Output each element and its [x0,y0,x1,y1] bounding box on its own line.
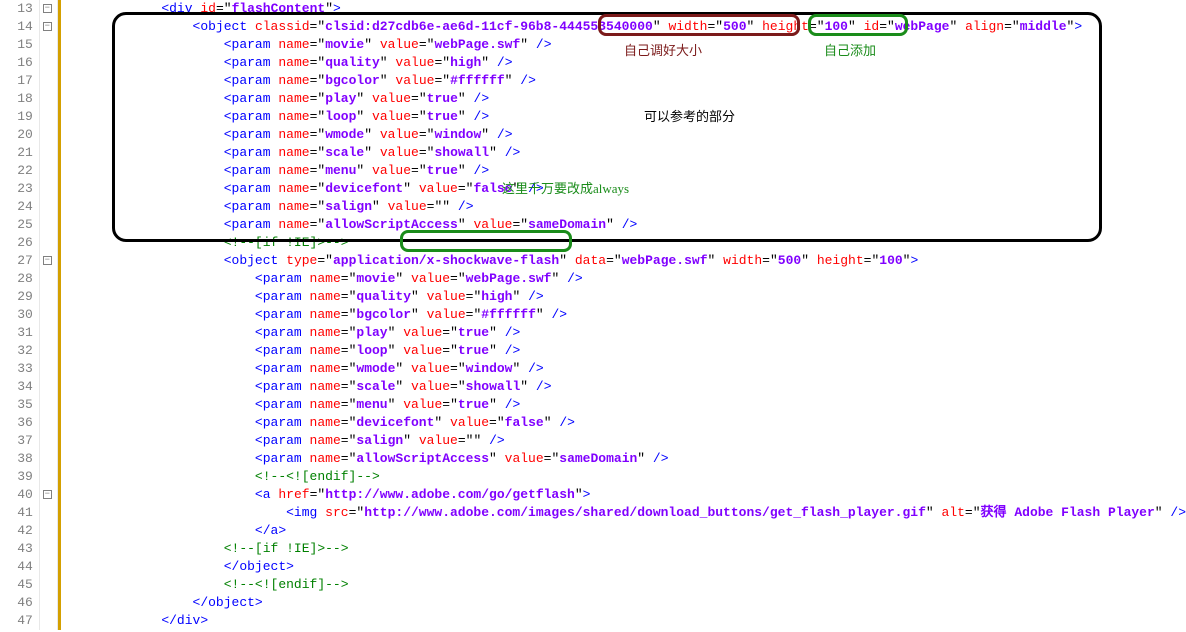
code-line[interactable]: <param name="scale" value="showall" /> [66,378,1186,396]
fold-gutter[interactable]: − − − − [40,0,58,630]
line-number: 44 [0,558,33,576]
code-line[interactable]: <param name="loop" value="true" /> [66,108,1186,126]
code-line[interactable]: <!--[if !IE]>--> [66,234,1186,252]
code-line[interactable]: </object> [66,594,1186,612]
code-line[interactable]: <div id="flashContent"> [66,0,1186,18]
line-number: 47 [0,612,33,630]
fold-toggle-icon[interactable]: − [43,490,52,499]
fold-toggle-icon[interactable]: − [43,4,52,13]
code-line[interactable]: <param name="allowScriptAccess" value="s… [66,450,1186,468]
code-line[interactable]: <param name="wmode" value="window" /> [66,360,1186,378]
code-line[interactable]: </object> [66,558,1186,576]
line-number: 26 [0,234,33,252]
line-number-gutter: 1314151617181920212223242526272829303132… [0,0,40,630]
line-number: 43 [0,540,33,558]
code-line[interactable]: </div> [66,612,1186,630]
code-editor[interactable]: 1314151617181920212223242526272829303132… [0,0,1186,630]
code-line[interactable]: <a href="http://www.adobe.com/go/getflas… [66,486,1186,504]
line-number: 19 [0,108,33,126]
code-line[interactable]: <param name="bgcolor" value="#ffffff" /> [66,72,1186,90]
line-number: 15 [0,36,33,54]
code-line[interactable]: <param name="bgcolor" value="#ffffff" /> [66,306,1186,324]
fold-toggle-icon[interactable]: − [43,256,52,265]
code-line[interactable]: <!--[if !IE]>--> [66,540,1186,558]
code-line[interactable]: <param name="wmode" value="window" /> [66,126,1186,144]
code-line[interactable]: </a> [66,522,1186,540]
code-line[interactable]: <object type="application/x-shockwave-fl… [66,252,1186,270]
line-number: 20 [0,126,33,144]
code-line[interactable]: <param name="salign" value="" /> [66,198,1186,216]
line-number: 18 [0,90,33,108]
code-area[interactable]: <div id="flashContent"> <object classid=… [64,0,1186,630]
line-number: 37 [0,432,33,450]
code-line[interactable]: <param name="loop" value="true" /> [66,342,1186,360]
code-line[interactable]: <param name="movie" value="webPage.swf" … [66,270,1186,288]
code-line[interactable]: <param name="quality" value="high" /> [66,54,1186,72]
code-line[interactable]: <param name="devicefont" value="false" /… [66,414,1186,432]
line-number: 33 [0,360,33,378]
code-line[interactable]: <param name="allowScriptAccess" value="s… [66,216,1186,234]
line-number: 29 [0,288,33,306]
line-number: 16 [0,54,33,72]
line-number: 23 [0,180,33,198]
code-line[interactable]: <param name="devicefont" value="false" /… [66,180,1186,198]
fold-toggle-icon[interactable]: − [43,22,52,31]
line-number: 35 [0,396,33,414]
code-line[interactable]: <object classid="clsid:d27cdb6e-ae6d-11c… [66,18,1186,36]
code-line[interactable]: <!--<![endif]--> [66,576,1186,594]
line-number: 28 [0,270,33,288]
line-number: 41 [0,504,33,522]
line-number: 25 [0,216,33,234]
code-line[interactable]: <param name="scale" value="showall" /> [66,144,1186,162]
line-number: 21 [0,144,33,162]
line-number: 32 [0,342,33,360]
line-number: 30 [0,306,33,324]
line-number: 27 [0,252,33,270]
line-number: 40 [0,486,33,504]
code-line[interactable]: <param name="menu" value="true" /> [66,396,1186,414]
line-number: 34 [0,378,33,396]
code-line[interactable]: <param name="salign" value="" /> [66,432,1186,450]
code-line[interactable]: <param name="play" value="true" /> [66,324,1186,342]
line-number: 13 [0,0,33,18]
code-line[interactable]: <param name="quality" value="high" /> [66,288,1186,306]
line-number: 22 [0,162,33,180]
code-line[interactable]: <!--<![endif]--> [66,468,1186,486]
code-line[interactable]: <param name="movie" value="webPage.swf" … [66,36,1186,54]
line-number: 24 [0,198,33,216]
line-number: 46 [0,594,33,612]
line-number: 39 [0,468,33,486]
line-number: 45 [0,576,33,594]
line-number: 36 [0,414,33,432]
line-number: 42 [0,522,33,540]
code-line[interactable]: <param name="play" value="true" /> [66,90,1186,108]
line-number: 31 [0,324,33,342]
line-number: 17 [0,72,33,90]
line-number: 38 [0,450,33,468]
line-number: 14 [0,18,33,36]
code-line[interactable]: <img src="http://www.adobe.com/images/sh… [66,504,1186,522]
code-line[interactable]: <param name="menu" value="true" /> [66,162,1186,180]
